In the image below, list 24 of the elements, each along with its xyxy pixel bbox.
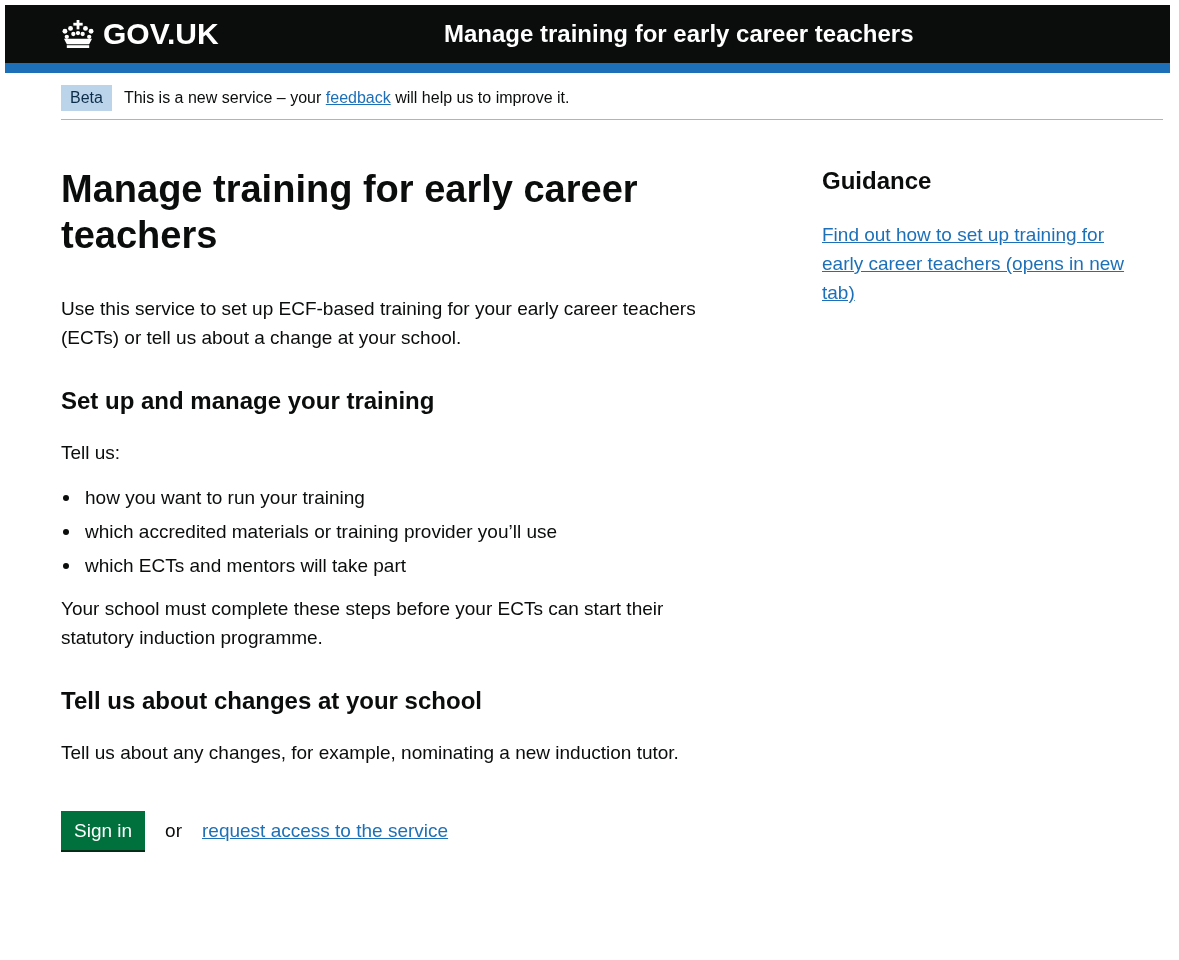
- feedback-link[interactable]: feedback: [325, 89, 391, 106]
- bullet-icon: [63, 562, 69, 569]
- crown-icon: [61, 20, 95, 48]
- section-heading: Tell us about changes at your school: [61, 686, 483, 716]
- sign-in-button[interactable]: Sign in: [61, 811, 146, 850]
- bullet-icon: [63, 528, 69, 535]
- list-item: how you want to run your training: [85, 486, 365, 510]
- paragraph: Tell us about any changes, for example, nominating a new induction tutor.: [61, 741, 680, 765]
- paragraph: Tell us:: [61, 441, 122, 465]
- guidance-link[interactable]: Find out how to set up training for early career teachers (opens in new tab): [822, 220, 1147, 307]
- page-title: Manage training for early career teachers: [61, 167, 639, 258]
- request-access-link[interactable]: request access to the service: [202, 819, 449, 842]
- beta-tag: Beta: [61, 85, 112, 111]
- list-item: which ECTs and mentors will take part: [85, 554, 406, 578]
- service-name-link[interactable]: Manage training for early career teachers: [444, 20, 914, 48]
- list-item: which accredited materials or training provider you’ll use: [85, 520, 558, 544]
- paragraph: Your school must complete these steps before your ECTs can start their statutory induction programme.: [61, 597, 665, 650]
- or-text: or: [165, 819, 182, 842]
- govuk-logo-link[interactable]: GOV.UK: [103, 17, 219, 51]
- bullet-icon: [63, 494, 69, 501]
- section-heading: Set up and manage your training: [61, 386, 436, 416]
- intro-text: Use this service to set up ECF-based training for your early career teachers (ECTs) or tell us about a change at your school.: [61, 297, 697, 350]
- guidance-heading: Guidance: [822, 166, 933, 196]
- phase-banner-text: This is a new service – your feedback will help us to improve it.: [123, 89, 570, 107]
